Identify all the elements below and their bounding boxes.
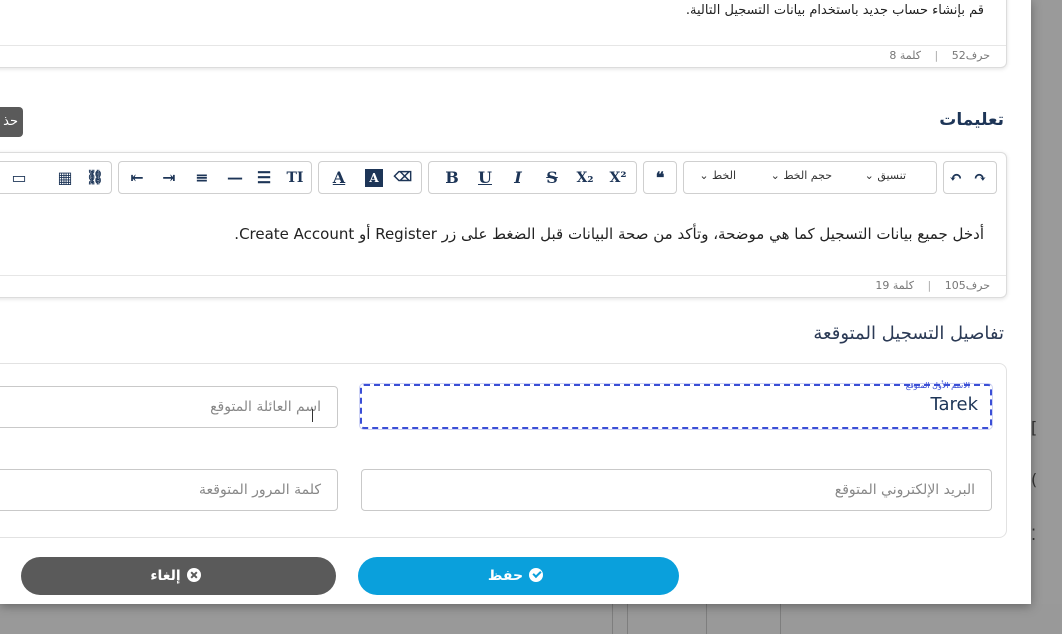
editor-toolbar: ↷ ↶ تنسيق ⌄ حجم الخط ⌄ الخط ⌄ ❝ X² X₂ S … bbox=[0, 153, 1006, 195]
outdent-icon[interactable]: ⇤ bbox=[125, 166, 149, 190]
background-panel bbox=[706, 604, 781, 634]
underline-icon[interactable]: U bbox=[473, 166, 497, 190]
chevron-down-icon: ⌄ bbox=[699, 169, 709, 182]
save-button[interactable]: حفظ bbox=[358, 557, 679, 595]
word-count: كلمة 19 bbox=[875, 279, 914, 292]
save-label: حفظ bbox=[487, 568, 524, 584]
count-separator: | bbox=[934, 49, 939, 62]
insert-group: ⛓ ▦ ▭ bbox=[0, 161, 112, 194]
subscript-icon[interactable]: X₂ bbox=[573, 166, 597, 190]
horizontal-rule-icon[interactable]: — bbox=[223, 166, 247, 190]
size-select[interactable]: حجم الخط ⌄ bbox=[771, 169, 832, 182]
format-select-label: تنسيق bbox=[877, 169, 906, 182]
editor-counts: حرف52 | كلمة 8 bbox=[889, 49, 990, 62]
color-group: ⌫ A A bbox=[318, 161, 422, 194]
last-name-placeholder: اسم العائلة المتوقع bbox=[210, 399, 321, 415]
cancel-label: إلغاء bbox=[150, 568, 181, 584]
redo-icon[interactable]: ↷ bbox=[968, 166, 992, 190]
quote-group: ❝ bbox=[643, 161, 677, 194]
background-mark: [ bbox=[1031, 418, 1038, 437]
align-icon[interactable]: ≡ bbox=[190, 166, 214, 190]
size-select-label: حجم الخط bbox=[783, 169, 832, 182]
last-name-field[interactable]: اسم العائلة المتوقع bbox=[0, 386, 338, 428]
description-text[interactable]: قم بإنشاء حساب جديد باستخدام بيانات التس… bbox=[686, 3, 984, 18]
font-select[interactable]: الخط ⌄ bbox=[699, 169, 736, 182]
instructions-label: تعليمات bbox=[939, 110, 1004, 130]
editor-footer: حرف52 | كلمة 8 bbox=[0, 45, 1006, 67]
chevron-down-icon: ⌄ bbox=[770, 169, 780, 182]
eraser-icon[interactable]: ⌫ bbox=[391, 166, 415, 190]
password-field[interactable]: كلمة المرور المتوقعة bbox=[0, 469, 338, 511]
delete-button[interactable]: حذ bbox=[0, 107, 23, 137]
email-field[interactable]: البريد الإلكتروني المتوقع bbox=[361, 469, 992, 511]
word-count: كلمة 8 bbox=[889, 49, 921, 62]
details-label: تفاصيل التسجيل المتوقعة bbox=[813, 323, 1004, 344]
clear-format-icon[interactable]: TI bbox=[283, 166, 307, 190]
background-panel bbox=[612, 604, 628, 634]
editor-counts: حرف105 | كلمة 19 bbox=[875, 279, 990, 292]
layout-icon[interactable]: ▭ bbox=[7, 166, 31, 190]
strikethrough-icon[interactable]: S bbox=[540, 166, 564, 190]
char-count: حرف52 bbox=[951, 49, 990, 62]
select-group: تنسيق ⌄ حجم الخط ⌄ الخط ⌄ bbox=[683, 161, 937, 194]
undo-icon[interactable]: ↶ bbox=[944, 166, 968, 190]
instructions-text[interactable]: أدخل جميع بيانات التسجيل كما هي موضحة، و… bbox=[234, 225, 984, 243]
editor-footer: حرف105 | كلمة 19 bbox=[0, 275, 1006, 297]
check-circle-icon bbox=[529, 567, 544, 582]
first-name-value: Tarek bbox=[930, 394, 978, 415]
instructions-editor[interactable]: ↷ ↶ تنسيق ⌄ حجم الخط ⌄ الخط ⌄ ❝ X² X₂ S … bbox=[0, 152, 1007, 298]
edit-modal: قم بإنشاء حساب جديد باستخدام بيانات التس… bbox=[0, 0, 1031, 604]
first-name-field[interactable]: الاسم الأول المتوقع Tarek bbox=[360, 381, 992, 429]
superscript-icon[interactable]: X² bbox=[606, 166, 630, 190]
italic-icon[interactable]: I bbox=[506, 166, 530, 190]
format-select[interactable]: تنسيق ⌄ bbox=[865, 169, 906, 182]
indent-icon[interactable]: ⇥ bbox=[157, 166, 181, 190]
link-icon[interactable]: ⛓ bbox=[83, 166, 107, 190]
password-placeholder: كلمة المرور المتوقعة bbox=[199, 482, 321, 498]
background-app-edge: [ ( ⁚ bbox=[1030, 0, 1062, 634]
table-icon[interactable]: ▦ bbox=[53, 166, 77, 190]
bold-icon[interactable]: B bbox=[440, 166, 464, 190]
ordered-list-icon[interactable]: ☰ bbox=[252, 166, 276, 190]
close-circle-icon bbox=[186, 567, 201, 582]
blockquote-icon[interactable]: ❝ bbox=[648, 166, 672, 190]
char-count: حرف105 bbox=[944, 279, 990, 292]
cancel-button[interactable]: إلغاء bbox=[21, 557, 336, 595]
history-group: ↷ ↶ bbox=[943, 161, 997, 194]
paragraph-group: TI ☰ — ≡ ⇥ ⇤ bbox=[118, 161, 312, 194]
description-editor[interactable]: قم بإنشاء حساب جديد باستخدام بيانات التس… bbox=[0, 0, 1007, 68]
count-separator: | bbox=[927, 279, 932, 292]
text-color-icon[interactable]: A bbox=[327, 166, 351, 190]
background-color-icon[interactable]: A bbox=[365, 169, 383, 187]
email-placeholder: البريد الإلكتروني المتوقع bbox=[834, 482, 975, 498]
text-style-group: X² X₂ S I U B bbox=[428, 161, 637, 194]
chevron-down-icon: ⌄ bbox=[864, 169, 874, 182]
first-name-label: الاسم الأول المتوقع bbox=[905, 381, 970, 390]
text-caret bbox=[312, 409, 313, 422]
background-app-footer bbox=[0, 604, 1062, 634]
font-select-label: الخط bbox=[712, 169, 736, 182]
background-mark: ( bbox=[1031, 470, 1038, 489]
background-mark: ⁚ bbox=[1031, 525, 1037, 544]
